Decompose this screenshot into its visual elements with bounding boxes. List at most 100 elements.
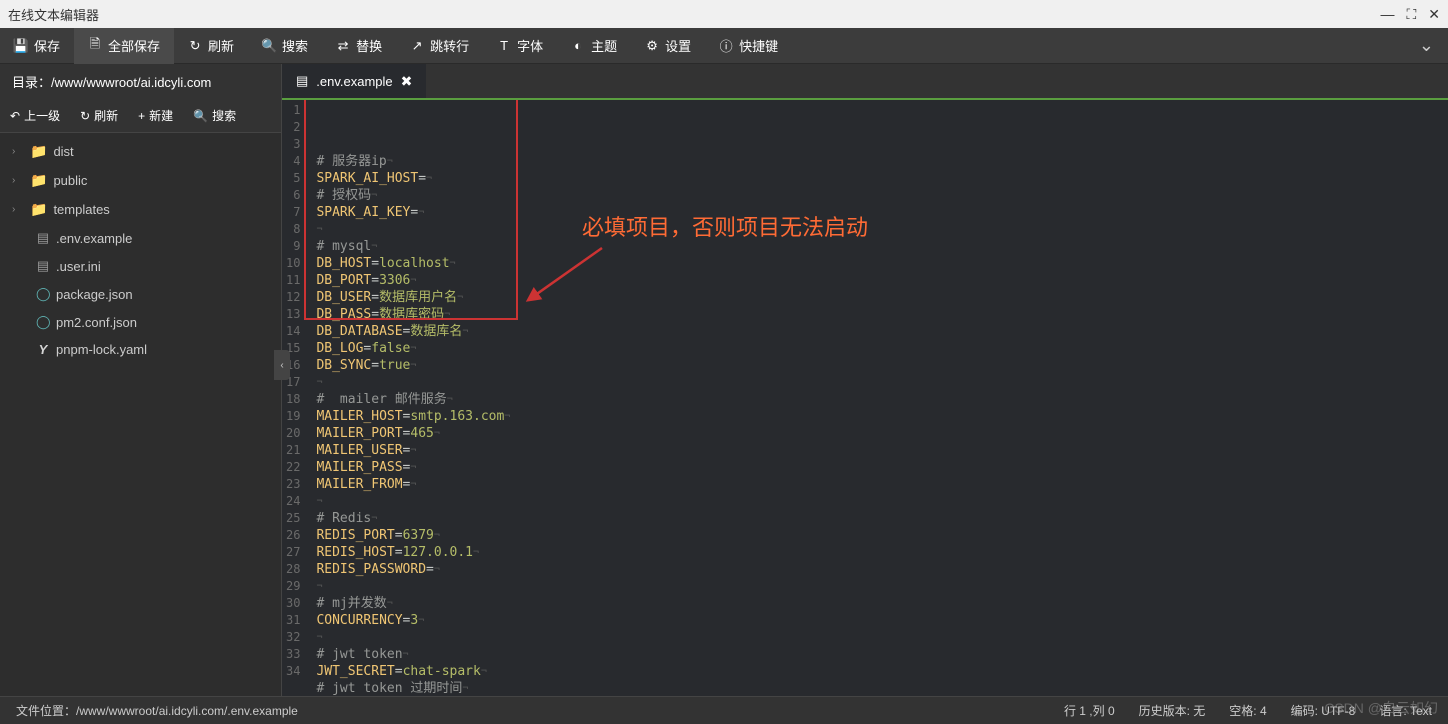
code-line[interactable]: SPARK_AI_KEY=¬ — [316, 204, 1440, 221]
code-line[interactable]: SPARK_AI_HOST=¬ — [316, 170, 1440, 187]
file-item--env-example[interactable]: ▤.env.example — [0, 224, 281, 252]
current-path: /www/wwwroot/ai.idcyli.com — [51, 75, 211, 90]
code-line[interactable]: JWT_SECRET=chat-spark¬ — [316, 663, 1440, 680]
gear-icon: ⚙ — [645, 39, 659, 53]
file-item--user-ini[interactable]: ▤.user.ini — [0, 252, 281, 280]
save-all-button[interactable]: 🗎全部保存 — [74, 28, 174, 64]
tab-close-icon[interactable]: ✖ — [401, 73, 413, 90]
close-button[interactable]: ✕ — [1428, 6, 1440, 23]
line-number: 29 — [286, 578, 300, 595]
code-line[interactable]: MAILER_FROM=¬ — [316, 476, 1440, 493]
annotation-text: 必填项目，否则项目无法启动 — [582, 210, 868, 242]
line-number: 25 — [286, 510, 300, 527]
code-line[interactable]: ¬ — [316, 629, 1440, 646]
code-line[interactable]: ¬ — [316, 493, 1440, 510]
refresh-button[interactable]: ↻刷新 — [174, 28, 248, 64]
folder-item-templates[interactable]: ›📁templates — [0, 195, 281, 224]
tab-env-example[interactable]: ▤ .env.example ✖ — [282, 64, 426, 98]
line-number: 32 — [286, 629, 300, 646]
status-spaces[interactable]: 空格: 4 — [1229, 702, 1266, 719]
save-all-icon: 🗎 — [88, 39, 102, 53]
folder-item-public[interactable]: ›📁public — [0, 166, 281, 195]
save-icon: 💾 — [14, 39, 28, 53]
replace-icon: ⇄ — [336, 39, 350, 53]
code-line[interactable]: REDIS_PASSWORD=¬ — [316, 561, 1440, 578]
line-number: 12 — [286, 289, 300, 306]
sidebar-search-button[interactable]: 🔍搜索 — [183, 99, 246, 132]
line-number: 28 — [286, 561, 300, 578]
line-number: 24 — [286, 493, 300, 510]
sidebar-up-button[interactable]: ↶上一级 — [0, 99, 70, 132]
code-line[interactable]: MAILER_PORT=465¬ — [316, 425, 1440, 442]
code-line[interactable]: DB_HOST=localhost¬ — [316, 255, 1440, 272]
code-line[interactable]: ¬ — [316, 221, 1440, 238]
code-line[interactable]: DB_PORT=3306¬ — [316, 272, 1440, 289]
search-icon: 🔍 — [193, 109, 208, 123]
code-line[interactable]: DB_USER=数据库用户名¬ — [316, 289, 1440, 306]
font-icon: T — [497, 39, 511, 53]
code-line[interactable]: # mysql¬ — [316, 238, 1440, 255]
code-line[interactable]: DB_SYNC=true¬ — [316, 357, 1440, 374]
chevron-right-icon: › — [12, 175, 24, 186]
minimize-button[interactable]: — — [1380, 6, 1394, 22]
code-line[interactable]: REDIS_PORT=6379¬ — [316, 527, 1440, 544]
code-line[interactable]: # 服务器ip¬ — [316, 153, 1440, 170]
search-button[interactable]: 🔍搜索 — [248, 28, 322, 64]
code-line[interactable]: # mj并发数¬ — [316, 595, 1440, 612]
code-line[interactable]: DB_LOG=false¬ — [316, 340, 1440, 357]
file-item-package-json[interactable]: ◯package.json — [0, 280, 281, 308]
code-line[interactable]: # jwt token 过期时间¬ — [316, 680, 1440, 696]
line-number: 21 — [286, 442, 300, 459]
sidebar-new-button[interactable]: +新建 — [128, 99, 183, 132]
tab-label: .env.example — [316, 74, 392, 89]
file-item-pnpm-lock-yaml[interactable]: Ypnpm-lock.yaml — [0, 336, 281, 363]
window-title: 在线文本编辑器 — [8, 5, 99, 24]
code-line[interactable]: MAILER_PASS=¬ — [316, 459, 1440, 476]
theme-button[interactable]: ◐主题 — [557, 28, 631, 64]
tree-item-label: templates — [53, 202, 109, 217]
code-editor[interactable]: 1234567891011121314151617181920212223242… — [282, 100, 1448, 696]
line-number: 8 — [286, 221, 300, 238]
sidebar-refresh-button[interactable]: ↻刷新 — [70, 99, 128, 132]
code-line[interactable]: ¬ — [316, 578, 1440, 595]
code-line[interactable]: ¬ — [316, 374, 1440, 391]
editor-area: ▤ .env.example ✖ 12345678910111213141516… — [282, 64, 1448, 696]
shortcuts-button[interactable]: ⓘ快捷键 — [705, 28, 792, 64]
code-line[interactable]: MAILER_USER=¬ — [316, 442, 1440, 459]
status-cursor[interactable]: 行 1 ,列 0 — [1064, 702, 1115, 719]
code-content[interactable]: # 服务器ip¬SPARK_AI_HOST=¬# 授权码¬SPARK_AI_KE… — [308, 100, 1448, 696]
save-button[interactable]: 💾保存 — [0, 28, 74, 64]
code-line[interactable]: # Redis¬ — [316, 510, 1440, 527]
code-line[interactable]: # 授权码¬ — [316, 187, 1440, 204]
line-number: 1 — [286, 102, 300, 119]
code-line[interactable]: CONCURRENCY=3¬ — [316, 612, 1440, 629]
code-line[interactable]: DB_DATABASE=数据库名¬ — [316, 323, 1440, 340]
sidebar-collapse-handle[interactable]: ‹ — [274, 350, 290, 380]
code-line[interactable]: MAILER_HOST=smtp.163.com¬ — [316, 408, 1440, 425]
line-number: 30 — [286, 595, 300, 612]
json-icon: ◯ — [36, 286, 50, 302]
folder-icon: 📁 — [30, 172, 47, 189]
file-tree: ›📁dist›📁public›📁templates▤.env.example▤.… — [0, 133, 281, 696]
line-number: 18 — [286, 391, 300, 408]
code-line[interactable]: # mailer 邮件服务¬ — [316, 391, 1440, 408]
line-number: 7 — [286, 204, 300, 221]
status-history[interactable]: 历史版本: 无 — [1139, 702, 1206, 719]
font-button[interactable]: T字体 — [483, 28, 557, 64]
plus-icon: + — [138, 109, 145, 123]
code-line[interactable]: # jwt token¬ — [316, 646, 1440, 663]
toolbar-chevron[interactable]: ⌄ — [1405, 35, 1448, 56]
settings-button[interactable]: ⚙设置 — [631, 28, 705, 64]
search-icon: 🔍 — [262, 39, 276, 53]
code-line[interactable]: REDIS_HOST=127.0.0.1¬ — [316, 544, 1440, 561]
code-line[interactable]: DB_PASS=数据库密码¬ — [316, 306, 1440, 323]
line-gutter: 1234567891011121314151617181920212223242… — [282, 100, 308, 696]
file-item-pm2-conf-json[interactable]: ◯pm2.conf.json — [0, 308, 281, 336]
goto-button[interactable]: ↗跳转行 — [396, 28, 483, 64]
chevron-right-icon: › — [12, 204, 24, 215]
arrow-left-icon: ↶ — [10, 109, 20, 123]
line-number: 14 — [286, 323, 300, 340]
replace-button[interactable]: ⇄替换 — [322, 28, 396, 64]
maximize-button[interactable]: ⛶ — [1406, 6, 1416, 23]
folder-item-dist[interactable]: ›📁dist — [0, 137, 281, 166]
